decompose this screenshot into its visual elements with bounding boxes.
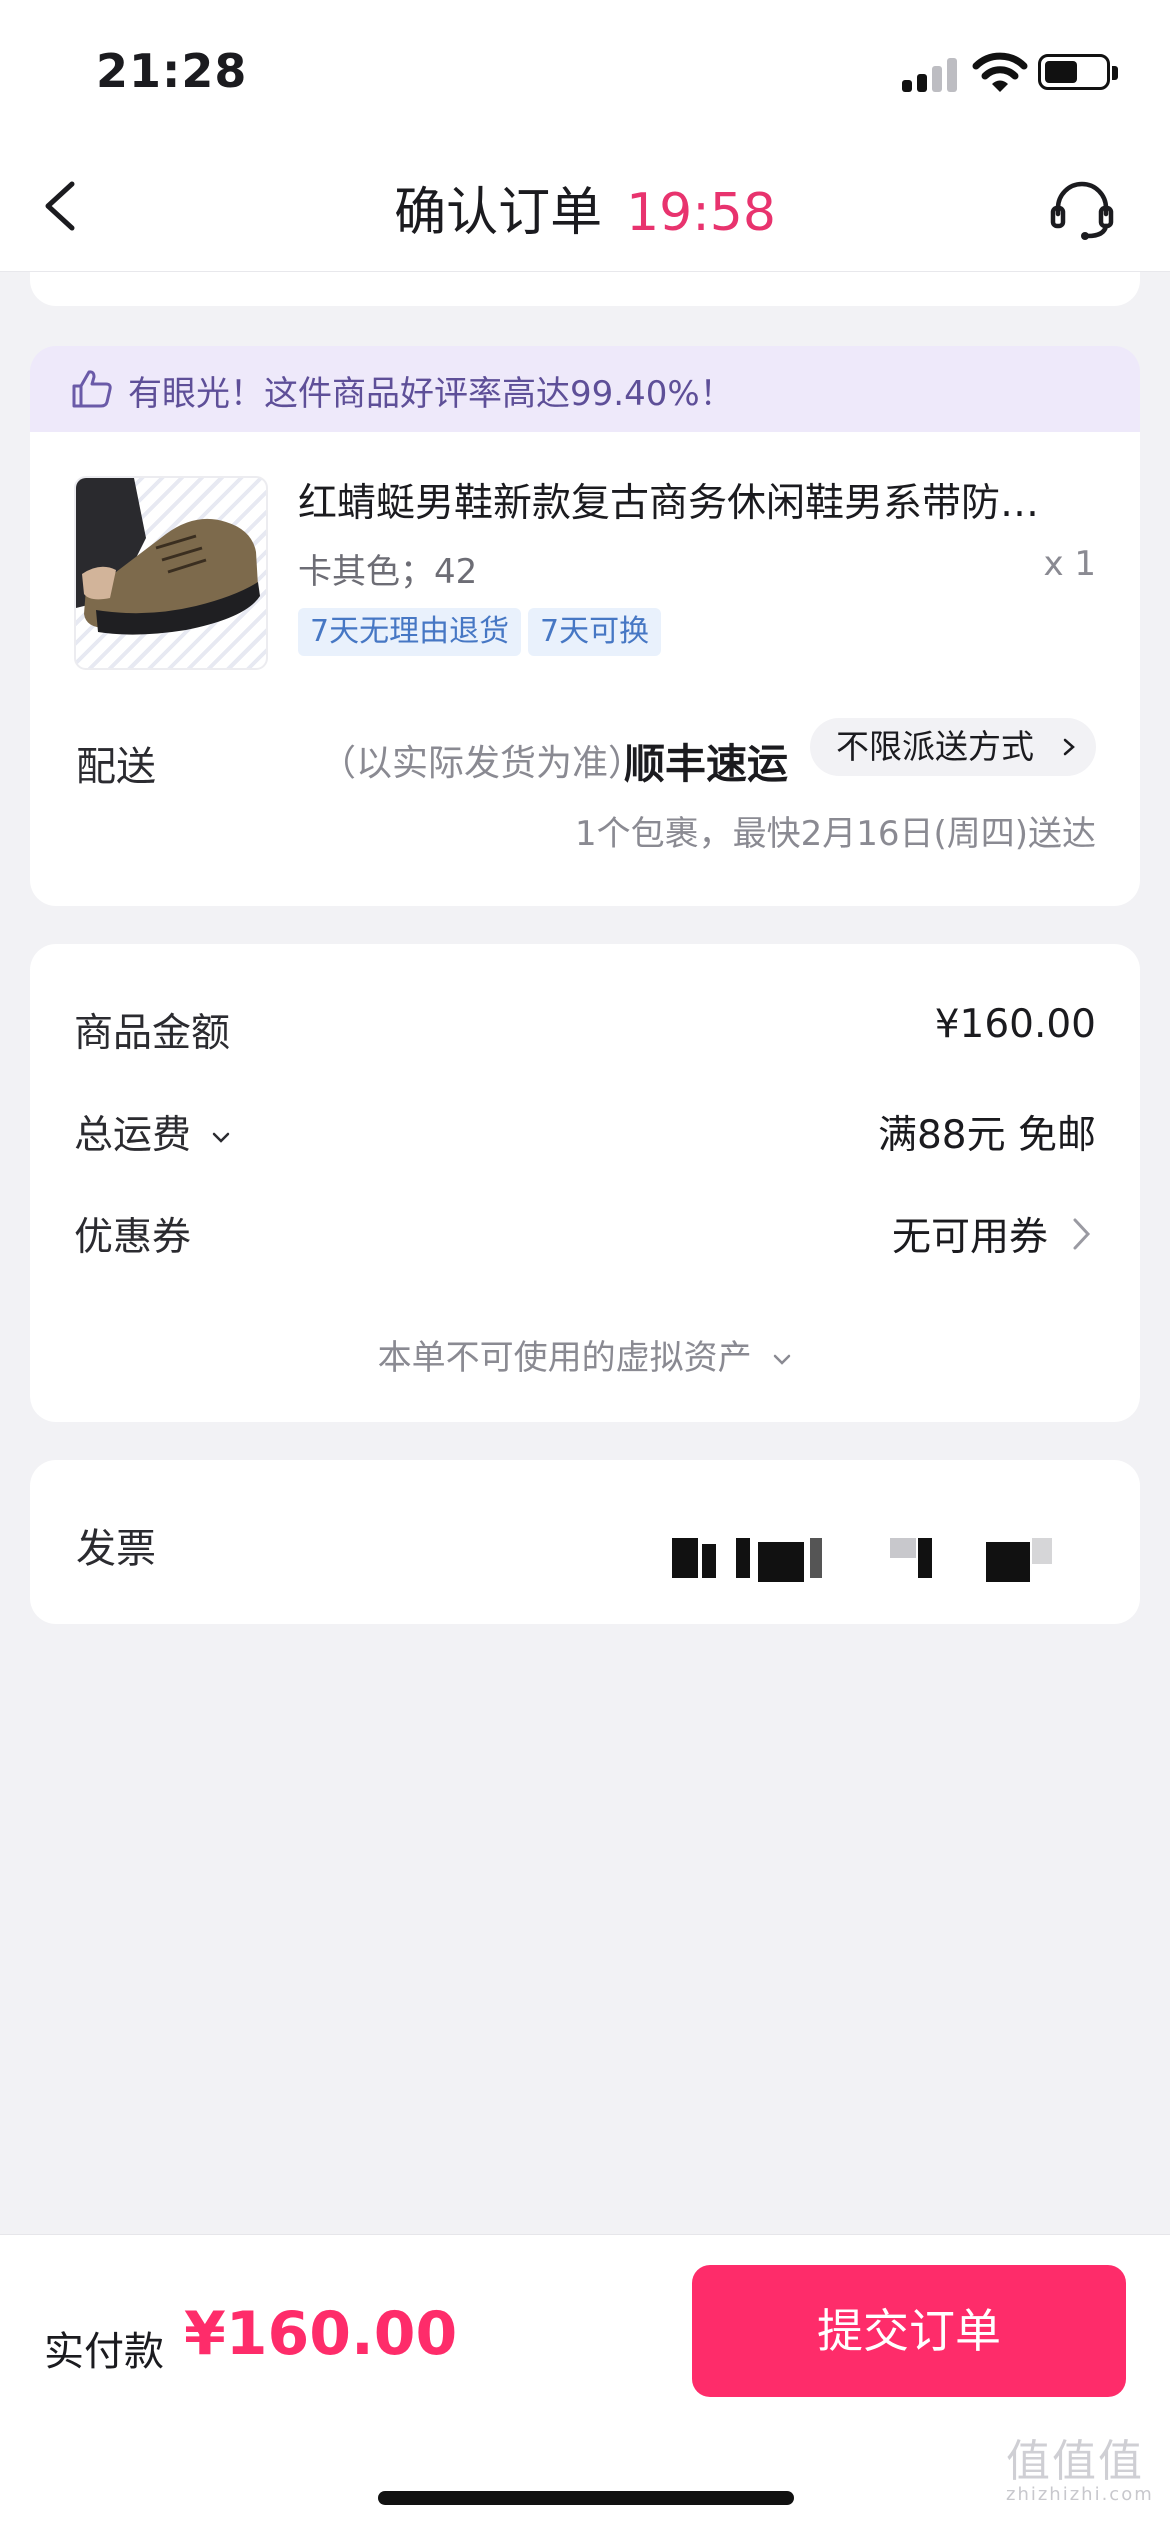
- product-title[interactable]: 红蜻蜓男鞋新款复古商务休闲鞋男系带防…: [298, 472, 1098, 528]
- customer-service-icon[interactable]: [1048, 178, 1116, 242]
- countdown-timer: 19:58: [626, 183, 776, 243]
- thumbs-up-icon: [72, 370, 112, 408]
- coupon-value[interactable]: 无可用券: [892, 1206, 1048, 1262]
- watermark-logo: 值值值: [1006, 2436, 1144, 2487]
- submit-order-button[interactable]: 提交订单: [692, 2265, 1126, 2397]
- tag-return-policy: 7天无理由退货: [298, 608, 522, 656]
- invoice-label: 发票: [76, 1526, 156, 1572]
- product-card: 红蜻蜓男鞋新款复古商务休闲鞋男系带防… 卡其色；42 x 1 7天无理由退货 7…: [30, 432, 1140, 906]
- invoice-card[interactable]: 发票: [30, 1460, 1140, 1624]
- product-spec: 卡其色；42: [298, 552, 478, 592]
- chevron-down-icon: [774, 1354, 791, 1365]
- status-time: 21:28: [96, 44, 248, 98]
- goods-amount-value: ¥160.00: [934, 1002, 1096, 1047]
- chevron-down-icon: [213, 1132, 230, 1143]
- shoe-illustration: [76, 478, 260, 635]
- banner-text: 有眼光！这件商品好评率高达99.40%！: [128, 374, 734, 414]
- shipping-eta: 1个包裹，最快2月16日(周四)送达: [574, 814, 1096, 854]
- chevron-right-icon: [1063, 738, 1075, 756]
- virtual-assets-toggle[interactable]: 本单不可使用的虚拟资产: [30, 1330, 1140, 1379]
- coupon-label: 优惠券: [74, 1215, 192, 1260]
- battery-icon: [1038, 54, 1110, 90]
- shipping-note: （以实际发货为准）: [320, 743, 645, 784]
- battery-nub: [1112, 66, 1118, 80]
- watermark: 值值值 zhizhizhi.com: [1006, 2440, 1162, 2510]
- checkout-bar: 实付款 ¥160.00 提交订单: [0, 2234, 1170, 2532]
- delivery-method-selector[interactable]: 不限派送方式: [810, 718, 1096, 776]
- chevron-right-icon[interactable]: [1070, 1214, 1094, 1254]
- product-quantity: x 1: [1043, 544, 1096, 584]
- invoice-value-redacted: [660, 1538, 1080, 1582]
- virtual-assets-label: 本单不可使用的虚拟资产: [377, 1338, 752, 1378]
- goods-amount-label: 商品金额: [74, 1011, 231, 1056]
- freight-label: 总运费: [74, 1113, 192, 1158]
- tag-exchange-policy: 7天可换: [528, 608, 662, 656]
- page-title: 确认订单: [394, 183, 603, 243]
- pay-label: 实付款: [44, 2329, 164, 2375]
- home-indicator[interactable]: [378, 2491, 794, 2505]
- status-bar: 21:28: [0, 0, 1170, 140]
- cellular-signal-icon: [902, 56, 958, 92]
- rating-banner: 有眼光！这件商品好评率高达99.40%！: [30, 346, 1140, 432]
- shipping-carrier: 顺丰速运: [624, 740, 788, 788]
- freight-toggle[interactable]: 总运费: [74, 1104, 231, 1160]
- delivery-method-label: 不限派送方式: [836, 727, 1034, 766]
- address-card-remnant: [30, 272, 1140, 306]
- shipping-label: 配送: [76, 744, 156, 790]
- nav-bar: 确认订单 19:58: [0, 140, 1170, 272]
- price-summary-card: 商品金额 ¥160.00 总运费 满88元 免邮 优惠券 无可用券 本单不可使用…: [30, 944, 1140, 1422]
- watermark-url: zhizhizhi.com: [1006, 2484, 1154, 2505]
- wifi-icon: [972, 52, 1028, 92]
- nav-title-group: 确认订单 19:58: [0, 170, 1170, 245]
- pay-amount: ¥160.00: [184, 2299, 458, 2369]
- product-image[interactable]: [74, 476, 268, 670]
- freight-value: 满88元 免邮: [877, 1113, 1096, 1158]
